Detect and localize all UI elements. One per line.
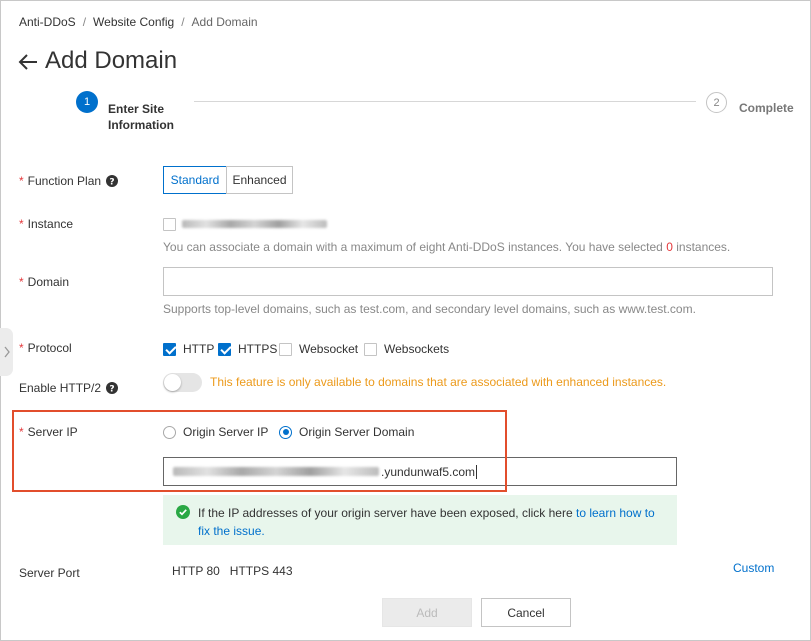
breadcrumb-item-anti-ddos[interactable]: Anti-DDoS [19, 15, 76, 29]
protocol-websocket-checkbox[interactable] [279, 342, 292, 356]
step-1-indicator: 1 [76, 91, 98, 113]
instance-name-redacted [182, 220, 327, 228]
add-button[interactable]: Add [382, 598, 472, 627]
help-icon[interactable]: ? [106, 175, 119, 187]
protocol-websockets-option[interactable]: Websockets [364, 342, 449, 356]
page-title-text: Add Domain [45, 47, 178, 74]
required-marker: * [19, 217, 24, 231]
svg-text:?: ? [109, 177, 114, 187]
required-marker: * [19, 341, 24, 355]
protocol-https-checkbox[interactable] [218, 342, 231, 356]
cancel-button[interactable]: Cancel [481, 598, 571, 627]
exposure-notice: If the IP addresses of your origin serve… [163, 495, 677, 545]
protocol-label: * Protocol [19, 341, 72, 355]
http2-toggle[interactable] [163, 373, 202, 392]
instance-hint: You can associate a domain with a maximu… [163, 240, 730, 254]
protocol-https-option[interactable]: HTTPS [218, 342, 277, 356]
protocol-websockets-label: Websockets [384, 342, 450, 356]
chevron-right-icon [3, 346, 10, 358]
http2-label-text: Enable HTTP/2 [19, 381, 102, 395]
plan-option-enhanced[interactable]: Enhanced [226, 166, 293, 194]
step-connector [194, 101, 696, 102]
instance-selected-count: 0 [666, 240, 673, 254]
http2-warning: This feature is only available to domain… [210, 375, 667, 389]
protocol-http-checkbox[interactable] [163, 342, 176, 356]
custom-port-link[interactable]: Custom [733, 561, 774, 575]
protocol-http-label: HTTP [183, 342, 215, 356]
highlight-annotation [12, 410, 507, 492]
required-marker: * [19, 275, 24, 289]
instance-checkbox[interactable] [163, 218, 176, 231]
server-port-label: Server Port [19, 566, 80, 580]
instance-hint-suffix: instances. [676, 240, 731, 254]
function-plan-label-text: Function Plan [27, 174, 102, 188]
check-circle-icon [176, 505, 190, 519]
step-2-label: Complete [739, 101, 794, 115]
page-title: Add Domain [17, 47, 177, 75]
step-2-indicator: 2 [706, 92, 727, 113]
protocol-http-option[interactable]: HTTP [163, 342, 214, 356]
required-marker: * [19, 174, 24, 188]
protocol-websockets-checkbox[interactable] [364, 342, 377, 356]
protocol-websocket-option[interactable]: Websocket [279, 342, 358, 356]
step-1-label: Enter Site Information [108, 102, 174, 132]
server-port-label-text: Server Port [19, 566, 80, 580]
protocol-label-text: Protocol [27, 341, 72, 355]
http2-label: Enable HTTP/2 ? [19, 381, 119, 395]
domain-input[interactable] [163, 267, 773, 296]
svg-text:?: ? [109, 384, 114, 394]
function-plan-label: * Function Plan ? [19, 174, 119, 188]
server-port-value: HTTP 80 HTTPS 443 [172, 564, 293, 578]
breadcrumb-item-website-config[interactable]: Website Config [93, 15, 174, 29]
breadcrumb: Anti-DDoS / Website Config / Add Domain [19, 15, 258, 29]
protocol-websocket-label: Websocket [299, 342, 359, 356]
plan-option-standard[interactable]: Standard [163, 166, 227, 194]
domain-label-text: Domain [27, 275, 70, 289]
breadcrumb-separator: / [181, 15, 185, 29]
instance-hint-prefix: You can associate a domain with a maximu… [163, 240, 663, 254]
domain-label: * Domain [19, 275, 69, 289]
back-arrow-icon[interactable] [17, 51, 39, 71]
breadcrumb-separator: / [82, 15, 87, 29]
notice-message: If the IP addresses of your origin serve… [198, 506, 573, 520]
sidebar-collapse-handle[interactable] [0, 328, 13, 376]
protocol-https-label: HTTPS [238, 342, 278, 356]
instance-label-text: Instance [27, 217, 74, 231]
domain-hint: Supports top-level domains, such as test… [163, 302, 696, 316]
help-icon[interactable]: ? [106, 382, 119, 394]
notice-text: If the IP addresses of your origin serve… [198, 504, 667, 540]
breadcrumb-item-current: Add Domain [191, 15, 258, 29]
instance-label: * Instance [19, 217, 73, 231]
